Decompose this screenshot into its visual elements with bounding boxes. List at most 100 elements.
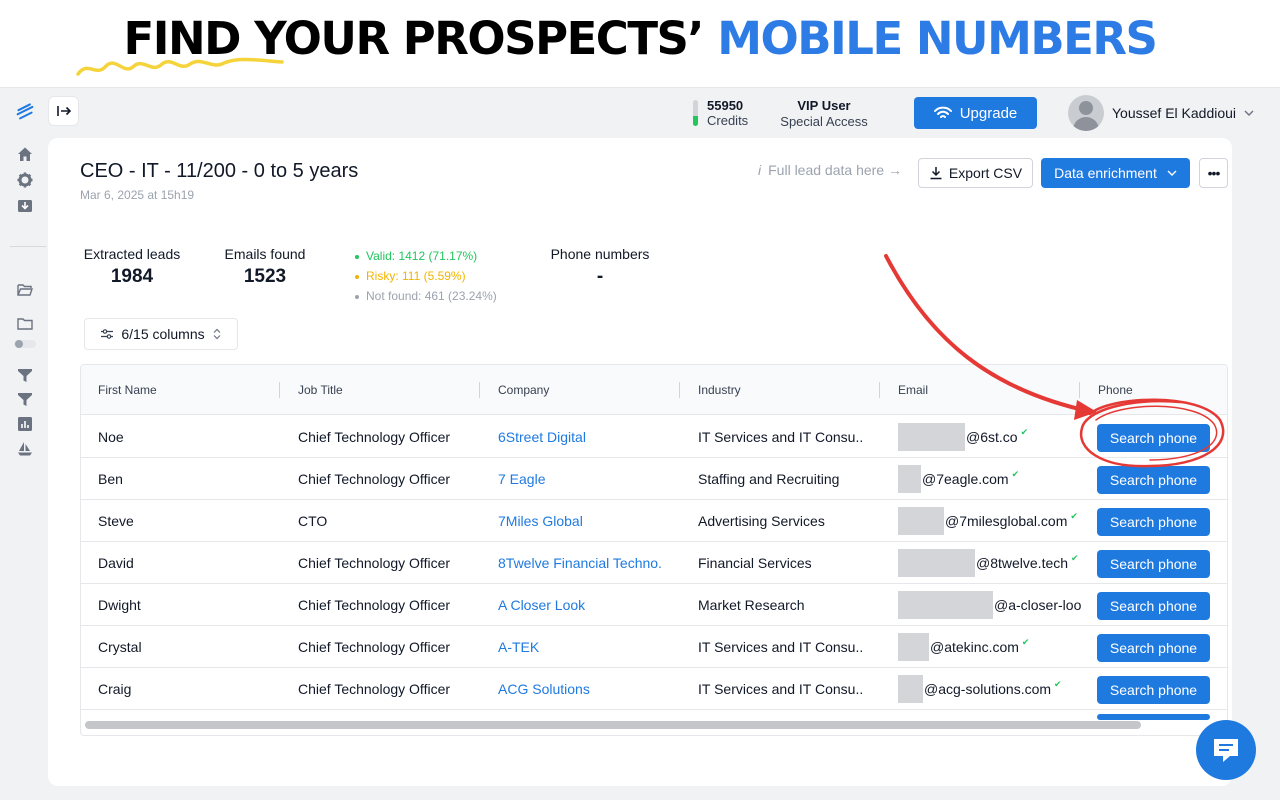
search-phone-button[interactable]: Search phone (1097, 424, 1210, 452)
info-icon: i (758, 162, 762, 178)
cell-job-title: Chief Technology Officer (298, 471, 451, 487)
col-header-phone[interactable]: Phone (1098, 365, 1133, 415)
table-row[interactable]: Dwight Chief Technology Officer A Closer… (81, 584, 1227, 626)
cell-company-link[interactable]: 8Twelve Financial Techno. (498, 542, 673, 584)
search-phone-button[interactable]: Search phone (1097, 634, 1210, 662)
chevron-down-icon (1167, 170, 1177, 176)
cell-company-link[interactable]: 6Street Digital (498, 416, 586, 458)
full-lead-link[interactable]: i Full lead data here → (758, 162, 902, 178)
download-icon[interactable] (16, 197, 34, 215)
search-phone-button-partial[interactable] (1097, 714, 1210, 720)
enrich-label: Data enrichment (1054, 165, 1157, 181)
more-options-button[interactable]: ••• (1199, 158, 1228, 188)
cell-first-name: Dwight (98, 597, 141, 613)
folder-open-icon[interactable] (16, 281, 34, 299)
email-domain: @8twelve.tech (976, 555, 1069, 571)
table-row[interactable]: Craig Chief Technology Officer ACG Solut… (81, 668, 1227, 710)
col-header-first-name[interactable]: First Name (98, 365, 157, 415)
search-phone-button[interactable]: Search phone (1097, 550, 1210, 578)
column-separator[interactable] (879, 382, 880, 398)
col-header-industry[interactable]: Industry (698, 365, 741, 415)
cell-job-title: Chief Technology Officer (298, 429, 451, 445)
credits-value: 55950 (707, 98, 744, 113)
upgrade-button[interactable]: Upgrade (914, 97, 1037, 129)
boat-icon[interactable] (16, 440, 34, 458)
stat-label: Extracted leads (83, 246, 181, 262)
squiggle-decoration (76, 57, 284, 76)
column-separator[interactable] (1079, 382, 1080, 398)
avatar (1068, 95, 1104, 131)
export-label: Export CSV (948, 165, 1023, 181)
horizontal-scrollbar[interactable] (85, 721, 1141, 729)
cell-first-name: Crystal (98, 639, 142, 655)
filter-icon[interactable] (16, 366, 34, 384)
search-phone-button[interactable]: Search phone (1097, 592, 1210, 620)
logo-icon[interactable] (16, 102, 34, 120)
toggle-icon[interactable] (14, 335, 36, 353)
user-menu[interactable]: Youssef El Kaddioui (1068, 95, 1254, 131)
stat-value: - (596, 266, 604, 287)
column-separator[interactable] (679, 382, 680, 398)
data-enrichment-button[interactable]: Data enrichment (1041, 158, 1190, 188)
chat-widget-button[interactable] (1196, 720, 1256, 780)
columns-button[interactable]: 6/15 columns (84, 318, 238, 350)
cell-company-link[interactable]: 7 Eagle (498, 458, 545, 500)
stat-value: 1523 (243, 266, 287, 287)
table-row[interactable]: Steve CTO 7Miles Global Advertising Serv… (81, 500, 1227, 542)
email-domain: @7eagle.com (922, 471, 1009, 487)
sidebar (0, 88, 48, 800)
table-row[interactable]: Crystal Chief Technology Officer A-TEK I… (81, 626, 1227, 668)
cell-first-name: Steve (98, 513, 134, 529)
chat-bubble-icon (1214, 739, 1238, 762)
cell-industry: Staffing and Recruiting (698, 471, 840, 487)
col-header-company[interactable]: Company (498, 365, 549, 415)
gear-icon[interactable] (16, 171, 34, 189)
home-icon[interactable] (16, 145, 34, 163)
cell-first-name: Ben (98, 471, 123, 487)
column-separator[interactable] (479, 382, 480, 398)
stat-extracted: Extracted leads 1984 (80, 246, 184, 288)
table-row[interactable]: Noe Chief Technology Officer 6Street Dig… (81, 416, 1227, 458)
cell-company-link[interactable]: ACG Solutions (498, 668, 590, 710)
redacted-email-prefix (898, 465, 921, 493)
export-csv-button[interactable]: Export CSV (918, 158, 1033, 188)
cell-company-link[interactable]: A Closer Look (498, 584, 585, 626)
folder-icon[interactable] (16, 315, 34, 333)
cell-company-link[interactable]: 7Miles Global (498, 500, 583, 542)
expand-sidebar-button[interactable] (48, 96, 79, 126)
sort-arrows-icon (213, 328, 221, 340)
search-phone-button[interactable]: Search phone (1097, 676, 1210, 704)
cell-email: @7eagle.com ✔ (922, 458, 1019, 500)
search-phone-button[interactable]: Search phone (1097, 508, 1210, 536)
cell-company-link[interactable]: A-TEK (498, 626, 539, 668)
column-separator[interactable] (279, 382, 280, 398)
cell-job-title: Chief Technology Officer (298, 639, 451, 655)
cell-email: @7milesglobal.com ✔ (945, 500, 1078, 542)
filter-icon[interactable] (16, 390, 34, 408)
cell-email: @atekinc.com ✔ (930, 626, 1029, 668)
upgrade-label: Upgrade (959, 104, 1018, 122)
cell-job-title: Chief Technology Officer (298, 555, 451, 571)
full-lead-text: Full lead data here → (768, 162, 902, 178)
redacted-email-prefix (898, 507, 944, 535)
cell-industry: IT Services and IT Consu.. (698, 639, 864, 655)
chart-icon[interactable] (16, 415, 34, 433)
cell-job-title: Chief Technology Officer (298, 597, 451, 613)
stat-value: 1984 (110, 266, 154, 287)
plan-badge: VIP User Special Access (773, 98, 875, 129)
col-header-job-title[interactable]: Job Title (298, 365, 343, 415)
table-row[interactable]: Ben Chief Technology Officer 7 Eagle Sta… (81, 458, 1227, 500)
table-header: First Name Job Title Company Industry Em… (81, 365, 1227, 415)
sidebar-divider (10, 246, 46, 247)
search-phone-button[interactable]: Search phone (1097, 466, 1210, 494)
stat-label: Phone numbers (550, 246, 650, 262)
risky-row: Risky: 111 (5.59%) (355, 266, 497, 286)
redacted-email-prefix (898, 591, 993, 619)
table-row[interactable]: David Chief Technology Officer 8Twelve F… (81, 542, 1227, 584)
download-icon (930, 167, 942, 180)
cell-first-name: Noe (98, 429, 124, 445)
arrow-right-bar-icon (56, 106, 71, 116)
col-header-email[interactable]: Email (898, 365, 928, 415)
promo-banner: FIND YOUR PROSPECTS’ MOBILE NUMBERS (0, 0, 1280, 88)
redacted-email-prefix (898, 633, 929, 661)
